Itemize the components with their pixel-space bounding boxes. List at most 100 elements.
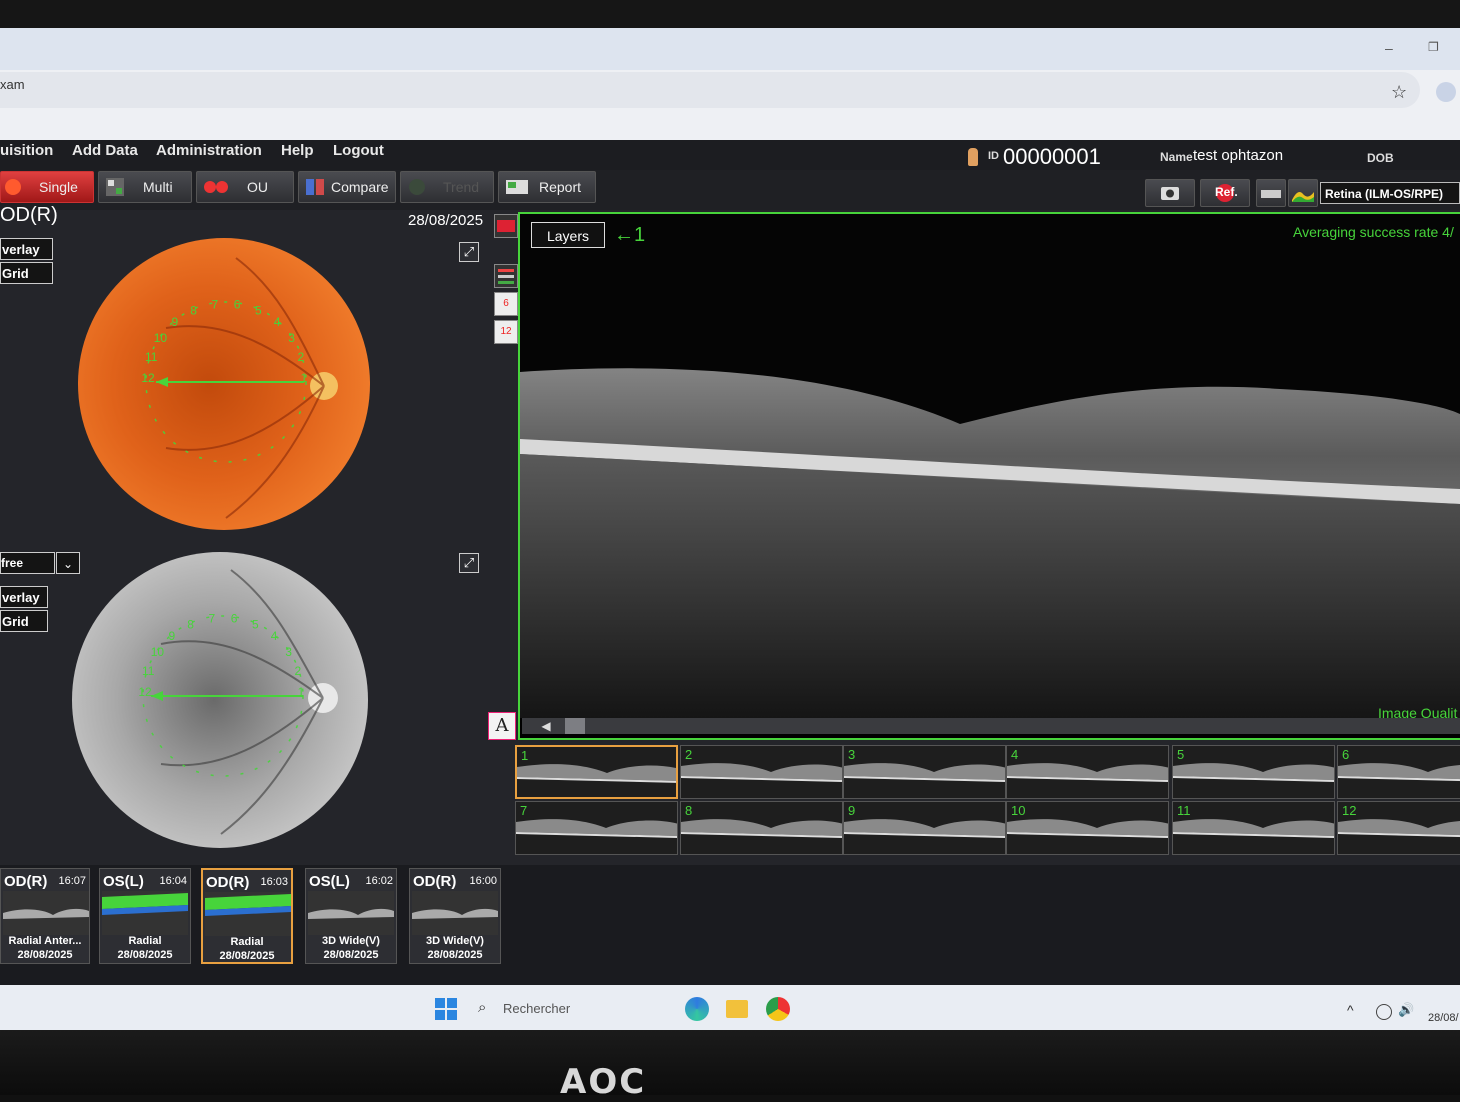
thumbnail-number: 7: [520, 803, 528, 818]
patient-name-value: test ophtazon: [1193, 147, 1284, 164]
thumbnail-number: 11: [1177, 803, 1191, 818]
file-explorer-icon[interactable]: [726, 1000, 748, 1018]
layer-color-button[interactable]: [1288, 179, 1318, 207]
report-button[interactable]: Report: [498, 171, 596, 203]
radial-scan-thumbnail[interactable]: 6: [1337, 745, 1460, 799]
thumbnail-number: 6: [1342, 747, 1350, 762]
menu-logout[interactable]: Logout: [333, 142, 384, 166]
six-line-tool[interactable]: 6: [494, 292, 518, 316]
address-bar[interactable]: [0, 72, 1420, 108]
bscan-thumbnail-image: [516, 802, 677, 854]
reference-button[interactable]: Ref.: [1200, 179, 1250, 207]
expand-redfree-icon[interactable]: ⤢: [459, 553, 479, 573]
scroll-left-icon[interactable]: ◀: [536, 718, 556, 734]
menu-help[interactable]: Help: [281, 142, 314, 166]
twelve-line-tool[interactable]: 12: [494, 320, 518, 344]
ou-label: OU: [247, 179, 268, 195]
radial-scan-thumbnail[interactable]: 1: [515, 745, 678, 799]
exam-history-item[interactable]: OD(R) 16:03 Radial 28/08/2025: [201, 868, 293, 964]
radial-line-number: 3: [285, 645, 292, 659]
exam-time: 16:00: [469, 875, 497, 887]
fundus-thumbnail-icon: [497, 220, 515, 232]
layers-tool-icon[interactable]: [494, 264, 518, 288]
radial-scan-thumbnail[interactable]: 12: [1337, 801, 1460, 855]
bscan-thumbnail-image: [681, 802, 842, 854]
trend-view-button[interactable]: Trend: [400, 171, 494, 203]
exam-history-item[interactable]: OD(R) 16:07 Radial Anter... 28/08/2025: [0, 868, 90, 964]
windows-start-icon[interactable]: [435, 998, 457, 1020]
exam-eye: OS(L): [103, 873, 144, 890]
layer-select[interactable]: Retina (ILM-OS/RPE): [1320, 182, 1460, 204]
averaging-success-rate: Averaging success rate 4/: [1293, 224, 1454, 240]
taskbar-search[interactable]: Rechercher: [503, 1001, 570, 1016]
radial-line-number: 6: [231, 612, 238, 626]
radial-scan-thumbnail[interactable]: 9: [843, 801, 1006, 855]
menu-add-data[interactable]: Add Data: [72, 142, 138, 166]
exam-thumbnail-image: [3, 891, 89, 935]
ou-view-button[interactable]: OU: [196, 171, 294, 203]
exam-history-item[interactable]: OD(R) 16:00 3D Wide(V) 28/08/2025: [409, 868, 501, 964]
radial-scan-thumbnail[interactable]: 10: [1006, 801, 1169, 855]
exam-history-item[interactable]: OS(L) 16:04 Radial 28/08/2025: [99, 868, 191, 964]
single-view-button[interactable]: Single: [0, 171, 94, 203]
thumbnail-number: 8: [685, 803, 693, 818]
menu-administration[interactable]: Administration: [156, 142, 262, 166]
text-annotation-tool[interactable]: A: [488, 712, 516, 740]
thumbnail-number: 10: [1011, 803, 1026, 818]
multi-view-button[interactable]: Multi: [98, 171, 192, 203]
thumbnail-number: 2: [685, 747, 693, 762]
volume-icon[interactable]: 🔊: [1398, 1002, 1414, 1018]
exam-time: 16:03: [260, 876, 288, 888]
chrome-browser-icon[interactable]: [766, 997, 790, 1021]
oct-scrollbar[interactable]: [522, 718, 1460, 734]
radial-line-number: 1: [298, 685, 305, 699]
thickness-map-button[interactable]: [1256, 179, 1286, 207]
grid-toggle-color[interactable]: Grid: [0, 262, 53, 284]
profile-icon[interactable]: [1436, 82, 1456, 102]
fundus-view-tool-icon[interactable]: [494, 214, 518, 238]
minimize-icon[interactable]: –: [1385, 40, 1405, 56]
radial-scan-thumbnail[interactable]: 4: [1006, 745, 1169, 799]
camera-button[interactable]: [1145, 179, 1195, 207]
scrollbar-thumb[interactable]: [565, 718, 585, 734]
radial-scan-thumbnail[interactable]: 3: [843, 745, 1006, 799]
reference-label: Ref.: [1215, 185, 1238, 199]
exam-time: 16:07: [58, 875, 86, 887]
radial-line-number: 2: [297, 350, 304, 364]
search-icon[interactable]: ⌕: [478, 999, 496, 1017]
network-globe-icon[interactable]: [1376, 1004, 1392, 1020]
tray-chevron-icon[interactable]: ^: [1347, 1002, 1354, 1018]
exam-date: 28/08/2025: [219, 950, 275, 962]
address-text[interactable]: xam: [0, 77, 200, 97]
exam-scan-type: Radial Anter...: [8, 935, 82, 947]
overlay-toggle-redfree[interactable]: verlay: [0, 586, 48, 608]
overlay-toggle-color[interactable]: verlay: [0, 238, 53, 260]
layers-button[interactable]: Layers: [531, 222, 605, 248]
maximize-icon[interactable]: ❐: [1428, 40, 1448, 56]
exam-history-item[interactable]: OS(L) 16:02 3D Wide(V) 28/08/2025: [305, 868, 397, 964]
compare-label: Compare: [331, 179, 389, 195]
radial-scan-thumbnail[interactable]: 8: [680, 801, 843, 855]
patient-name-label: Name: [1160, 150, 1193, 164]
browser-titlebar: [0, 28, 1460, 70]
patient-id-value: 00000001: [1003, 144, 1101, 169]
radial-scan-thumbnail[interactable]: 5: [1172, 745, 1335, 799]
expand-fundus-icon[interactable]: ⤢: [459, 242, 479, 262]
radial-scan-thumbnail[interactable]: 7: [515, 801, 678, 855]
bookmark-star-icon[interactable]: ☆: [1391, 82, 1411, 102]
clock-date[interactable]: 28/08/: [1428, 1012, 1459, 1024]
grid-toggle-redfree[interactable]: Grid: [0, 610, 48, 632]
compare-view-button[interactable]: Compare: [298, 171, 396, 203]
exam-date: 28/08/2025: [323, 949, 379, 961]
edge-browser-icon[interactable]: [685, 997, 709, 1021]
radial-line-number: 7: [212, 298, 219, 312]
scan-date: 28/08/2025: [408, 212, 484, 229]
radial-line-number: 4: [274, 315, 281, 329]
radial-scan-thumbnail[interactable]: 11: [1172, 801, 1335, 855]
redfree-select[interactable]: free: [0, 552, 55, 574]
layers-annotation: ←1: [614, 224, 646, 246]
trend-label: Trend: [443, 179, 480, 195]
radial-scan-thumbnail[interactable]: 2: [680, 745, 843, 799]
oct-bscan-viewer[interactable]: [518, 212, 1460, 740]
menu-acquisition[interactable]: uisition: [0, 142, 53, 166]
